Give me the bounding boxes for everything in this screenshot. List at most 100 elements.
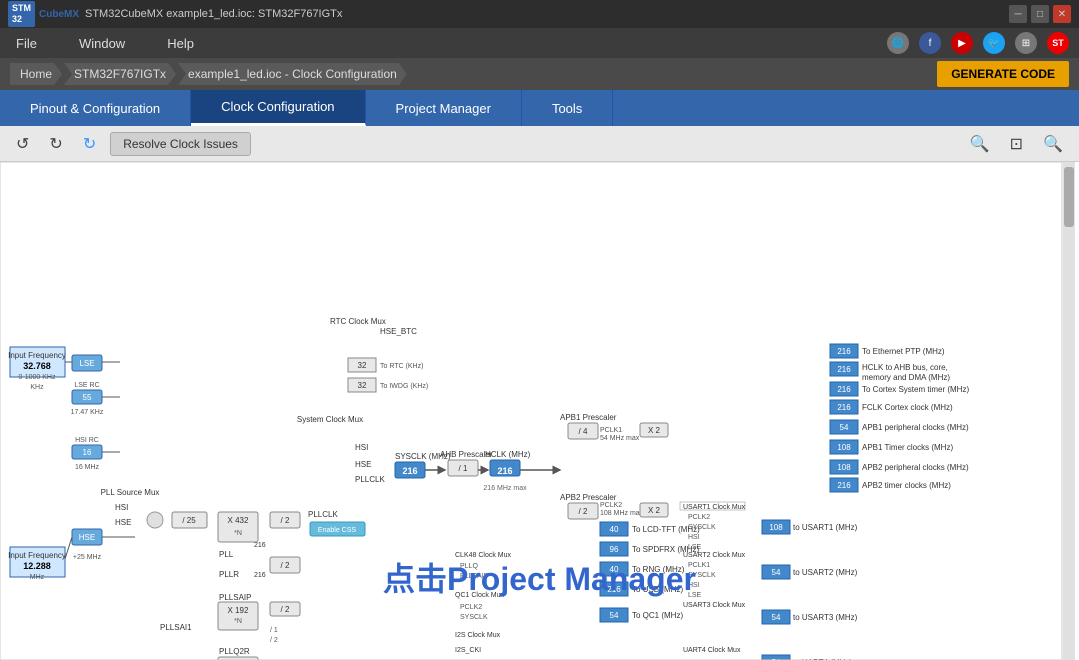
menubar-items: File Window Help xyxy=(10,34,200,53)
svg-text:HSI: HSI xyxy=(355,443,368,452)
svg-text:To SPDFRX (MHz): To SPDFRX (MHz) xyxy=(632,545,699,554)
globe-icon[interactable]: 🌐 xyxy=(887,32,909,54)
svg-text:54: 54 xyxy=(772,613,781,622)
svg-text:PCLK1: PCLK1 xyxy=(600,427,622,434)
svg-text:To Cortex System timer (MHz): To Cortex System timer (MHz) xyxy=(862,385,969,394)
svg-text:216: 216 xyxy=(837,403,851,412)
svg-text:APB2 timer clocks (MHz): APB2 timer clocks (MHz) xyxy=(862,481,951,490)
breadcrumb-mcu[interactable]: STM32F767IGTx xyxy=(64,63,176,85)
svg-text:108: 108 xyxy=(769,523,783,532)
svg-text:/ 25: / 25 xyxy=(182,516,196,525)
svg-text:memory and DMA (MHz): memory and DMA (MHz) xyxy=(862,373,950,382)
svg-text:RTC Clock Mux: RTC Clock Mux xyxy=(330,317,386,326)
titlebar-text: STM32CubeMX example1_led.ioc: STM32F767I… xyxy=(85,8,342,20)
zoom-out-button[interactable]: 🔍 xyxy=(1037,130,1069,158)
svg-text:/ 1: / 1 xyxy=(270,627,278,634)
st-icon[interactable]: ST xyxy=(1047,32,1069,54)
svg-text:LSE RC: LSE RC xyxy=(74,382,99,389)
svg-text:16: 16 xyxy=(83,448,92,457)
svg-text:/ 2: / 2 xyxy=(281,561,290,570)
svg-text:/ 2: / 2 xyxy=(270,637,278,644)
youtube-icon[interactable]: ▶ xyxy=(951,32,973,54)
svg-text:54: 54 xyxy=(610,611,619,620)
main-content: Input Frequency 32.768 0-1000 KHz KHz LS… xyxy=(0,162,1079,660)
svg-text:UART4 Clock Mux: UART4 Clock Mux xyxy=(683,647,741,654)
tab-tools[interactable]: Tools xyxy=(522,90,613,126)
svg-text:216: 216 xyxy=(497,466,512,476)
svg-text:USART1 Clock Mux: USART1 Clock Mux xyxy=(683,504,746,511)
svg-text:To QC1 (MHz): To QC1 (MHz) xyxy=(632,611,683,620)
breadcrumb-left: Home STM32F767IGTx example1_led.ioc - Cl… xyxy=(10,63,409,85)
network-icon[interactable]: ⊞ xyxy=(1015,32,1037,54)
svg-text:+25 MHz: +25 MHz xyxy=(73,554,102,561)
svg-text:PCLK2: PCLK2 xyxy=(688,514,710,521)
maximize-button[interactable]: □ xyxy=(1031,5,1049,23)
refresh-button[interactable]: ↻ xyxy=(77,130,102,158)
svg-text:108: 108 xyxy=(837,443,851,452)
svg-text:*N: *N xyxy=(234,618,242,625)
resolve-clock-button[interactable]: Resolve Clock Issues xyxy=(110,132,251,156)
stm32-logo: STM32 CubeMX xyxy=(8,1,79,27)
svg-text:PLLSAIP: PLLSAIP xyxy=(219,593,251,602)
menubar-icons: 🌐 f ▶ 🐦 ⊞ ST xyxy=(887,32,1069,54)
svg-text:X 432: X 432 xyxy=(228,516,249,525)
svg-text:/ 2: / 2 xyxy=(281,605,290,614)
svg-text:HSI: HSI xyxy=(688,534,700,541)
logo-text: CubeMX xyxy=(39,9,79,20)
svg-text:To RTC (KHz): To RTC (KHz) xyxy=(380,363,423,370)
watermark-text: 点击Project Manager xyxy=(383,554,696,600)
svg-text:*N: *N xyxy=(234,530,242,537)
svg-text:APB2 Prescaler: APB2 Prescaler xyxy=(560,493,617,502)
tab-pinout[interactable]: Pinout & Configuration xyxy=(0,90,191,126)
svg-text:X 2: X 2 xyxy=(648,426,661,435)
svg-text:To IWDG (KHz): To IWDG (KHz) xyxy=(380,383,428,390)
logo-box: STM32 xyxy=(8,1,35,27)
fit-button[interactable]: ⊡ xyxy=(1004,130,1029,158)
tab-project[interactable]: Project Manager xyxy=(366,90,522,126)
svg-text:54 MHz max: 54 MHz max xyxy=(600,435,640,442)
svg-text:System Clock Mux: System Clock Mux xyxy=(297,415,363,424)
svg-text:216: 216 xyxy=(837,347,851,356)
svg-text:APB1 Timer clocks (MHz): APB1 Timer clocks (MHz) xyxy=(862,443,953,452)
tab-clock[interactable]: Clock Configuration xyxy=(191,90,365,126)
undo-button[interactable]: ↺ xyxy=(10,130,35,158)
menu-file[interactable]: File xyxy=(10,34,43,53)
svg-text:APB1 Prescaler: APB1 Prescaler xyxy=(560,413,617,422)
svg-text:PLLSAI1: PLLSAI1 xyxy=(160,623,192,632)
svg-text:MHz: MHz xyxy=(30,574,45,581)
svg-text:216: 216 xyxy=(254,572,266,579)
zoom-in-button[interactable]: 🔍 xyxy=(964,130,996,158)
generate-code-button[interactable]: GENERATE CODE xyxy=(937,61,1069,87)
svg-text:HSI: HSI xyxy=(115,503,128,512)
menubar: File Window Help 🌐 f ▶ 🐦 ⊞ ST xyxy=(0,28,1079,58)
svg-text:96: 96 xyxy=(610,545,619,554)
menu-help[interactable]: Help xyxy=(161,34,200,53)
svg-text:32: 32 xyxy=(358,361,367,370)
svg-text:PLLQ2R: PLLQ2R xyxy=(219,647,250,656)
svg-text:KHz: KHz xyxy=(30,384,44,391)
breadcrumb: Home STM32F767IGTx example1_led.ioc - Cl… xyxy=(0,58,1079,90)
close-button[interactable]: ✕ xyxy=(1053,5,1071,23)
svg-text:PLLCLK: PLLCLK xyxy=(308,510,338,519)
facebook-icon[interactable]: f xyxy=(919,32,941,54)
svg-text:32.768: 32.768 xyxy=(23,361,51,371)
svg-text:55: 55 xyxy=(83,393,92,402)
breadcrumb-home[interactable]: Home xyxy=(10,63,62,85)
diagram-container[interactable]: Input Frequency 32.768 0-1000 KHz KHz LS… xyxy=(0,162,1079,660)
minimize-button[interactable]: ─ xyxy=(1009,5,1027,23)
svg-text:HSE: HSE xyxy=(355,460,371,469)
svg-text:PCLK2: PCLK2 xyxy=(600,502,622,509)
svg-text:16 MHz: 16 MHz xyxy=(75,464,100,471)
svg-text:Input Frequency: Input Frequency xyxy=(8,551,66,560)
svg-text:PLLR: PLLR xyxy=(219,570,239,579)
twitter-icon[interactable]: 🐦 xyxy=(983,32,1005,54)
menu-window[interactable]: Window xyxy=(73,34,131,53)
redo-button[interactable]: ↻ xyxy=(43,130,68,158)
svg-text:to USART2 (MHz): to USART2 (MHz) xyxy=(793,568,858,577)
svg-text:FCLK Cortex clock (MHz): FCLK Cortex clock (MHz) xyxy=(862,403,953,412)
titlebar-controls[interactable]: ─ □ ✕ xyxy=(1009,5,1071,23)
svg-text:/ 2: / 2 xyxy=(579,507,588,516)
breadcrumb-config[interactable]: example1_led.ioc - Clock Configuration xyxy=(178,63,407,85)
svg-text:54: 54 xyxy=(840,423,849,432)
svg-text:APB1 peripheral clocks (MHz): APB1 peripheral clocks (MHz) xyxy=(862,423,969,432)
